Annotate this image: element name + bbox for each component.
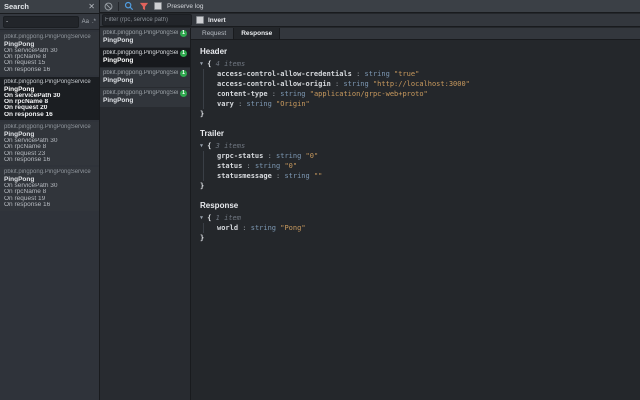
json-entry: status : string "0" <box>217 162 298 170</box>
json-entry: access-control-allow-credentials : strin… <box>217 70 420 78</box>
call-method: PingPong <box>103 57 134 64</box>
item-count: 3 items <box>215 142 246 150</box>
json-entry: vary : string "Origin" <box>217 100 310 108</box>
filter-icon[interactable] <box>139 2 149 11</box>
collapse-arrow-icon[interactable]: ▼ <box>200 143 203 149</box>
result-method: PingPong <box>4 40 35 48</box>
regex-button[interactable]: .* <box>92 17 96 27</box>
count-badge: 1 <box>180 50 187 57</box>
section-response: Response ▼ { 1 item world : string "Pong… <box>200 201 640 243</box>
search-input[interactable] <box>3 15 79 28</box>
search-panel-title: Search <box>4 2 30 11</box>
call-service: pbkit.pingpong.PingPongService <box>103 30 178 36</box>
result-method: PingPong <box>4 85 35 93</box>
result-service: pbkit.pingpong.PingPongService <box>4 124 91 131</box>
result-method: PingPong <box>4 130 35 138</box>
call-list: pbkit.pingpong.PingPongService 1 PingPon… <box>100 28 191 400</box>
result-service: pbkit.pingpong.PingPongService <box>4 79 91 86</box>
section-title: Header <box>200 47 228 56</box>
toolbar-divider <box>118 1 119 11</box>
call-method: PingPong <box>103 97 134 104</box>
json-entry: access-control-allow-origin : string "ht… <box>217 80 470 88</box>
search-panel: Search ✕ Aa .* pbkit.pingpong.PingPongSe… <box>0 0 100 400</box>
detail-content: Header ▼ { 4 items access-control-allow-… <box>191 41 640 400</box>
close-icon[interactable]: ✕ <box>88 2 95 11</box>
section-title: Trailer <box>200 129 225 138</box>
json-entry: statusmessage : string "" <box>217 172 323 180</box>
section-trailer: Trailer ▼ { 3 items grpc-status : string… <box>200 129 640 191</box>
search-bar: Aa .* <box>0 14 99 30</box>
search-icon[interactable] <box>124 1 134 11</box>
call-method: PingPong <box>103 77 134 84</box>
search-result-selected[interactable]: pbkit.pingpong.PingPongService PingPong … <box>0 77 99 121</box>
detail-tabs: Request Response <box>191 28 640 40</box>
invert-checkbox[interactable] <box>196 16 204 24</box>
result-service: pbkit.pingpong.PingPongService <box>4 169 91 176</box>
clear-log-icon[interactable] <box>104 2 113 11</box>
result-service: pbkit.pingpong.PingPongService <box>4 34 91 40</box>
result-detail: On response 16 <box>4 111 53 118</box>
call-service: pbkit.pingpong.PingPongService <box>103 70 178 76</box>
call-item[interactable]: pbkit.pingpong.PingPongService 1 PingPon… <box>100 28 190 47</box>
collapse-arrow-icon[interactable]: ▼ <box>200 215 203 221</box>
preserve-log-checkbox[interactable] <box>154 2 162 10</box>
result-detail: On response 16 <box>4 156 51 163</box>
filter-input[interactable] <box>102 14 192 26</box>
section-header: Header ▼ { 4 items access-control-allow-… <box>200 47 640 119</box>
preserve-log-label: Preserve log <box>167 2 204 10</box>
grpc-web-devtools-panel: Search ✕ Aa .* pbkit.pingpong.PingPongSe… <box>0 0 640 400</box>
match-case-button[interactable]: Aa <box>82 17 89 27</box>
search-panel-header: Search ✕ <box>0 0 99 14</box>
filter-bar: Invert <box>100 14 640 27</box>
json-entry: world : string "Pong" <box>217 224 306 232</box>
section-title: Response <box>200 201 239 210</box>
search-results: pbkit.pingpong.PingPongService PingPong … <box>0 30 99 211</box>
result-method: PingPong <box>4 175 35 183</box>
call-method: PingPong <box>103 37 134 44</box>
item-count: 1 item <box>215 214 241 222</box>
call-service: pbkit.pingpong.PingPongService <box>103 50 178 56</box>
call-service: pbkit.pingpong.PingPongService <box>103 90 178 96</box>
count-badge: 1 <box>180 70 187 77</box>
tab-request[interactable]: Request <box>195 28 233 39</box>
count-badge: 1 <box>180 30 187 37</box>
call-item-selected[interactable]: pbkit.pingpong.PingPongService 1 PingPon… <box>100 48 190 67</box>
count-badge: 1 <box>180 90 187 97</box>
result-detail: On response 16 <box>4 202 51 209</box>
item-count: 4 items <box>215 60 246 68</box>
call-item[interactable]: pbkit.pingpong.PingPongService 1 PingPon… <box>100 68 190 87</box>
tab-response[interactable]: Response <box>233 28 281 39</box>
main-toolbar: Preserve log <box>100 0 640 13</box>
invert-label: Invert <box>208 16 226 24</box>
search-result[interactable]: pbkit.pingpong.PingPongService PingPong … <box>0 122 99 166</box>
json-entry: content-type : string "application/grpc-… <box>217 90 428 98</box>
collapse-arrow-icon[interactable]: ▼ <box>200 61 203 67</box>
search-result[interactable]: pbkit.pingpong.PingPongService PingPong … <box>0 32 99 76</box>
search-result[interactable]: pbkit.pingpong.PingPongService PingPong … <box>0 167 99 211</box>
result-detail: On response 16 <box>4 66 51 73</box>
call-item[interactable]: pbkit.pingpong.PingPongService 1 PingPon… <box>100 88 190 107</box>
json-entry: grpc-status : string "0" <box>217 152 319 160</box>
